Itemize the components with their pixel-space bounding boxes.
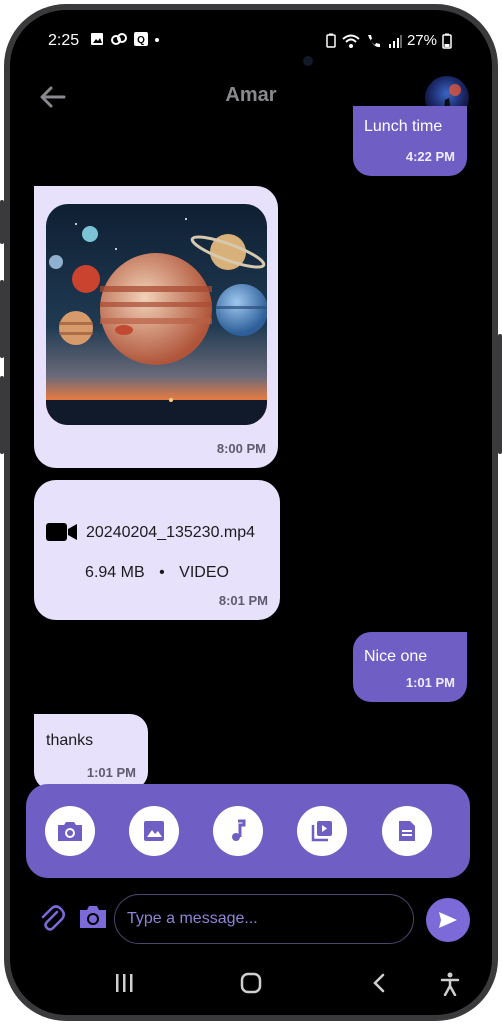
- message-text: thanks: [46, 732, 94, 749]
- more-notifications-icon: [155, 38, 159, 42]
- front-camera: [303, 56, 313, 66]
- file-meta: 6.94 MB • VIDEO: [34, 564, 280, 582]
- message-input[interactable]: [114, 894, 414, 944]
- recent-apps-icon[interactable]: [114, 972, 134, 994]
- video-library-icon: [311, 821, 332, 842]
- accessibility-icon[interactable]: [440, 972, 460, 996]
- music-icon: [232, 819, 246, 841]
- file-type: VIDEO: [179, 564, 229, 581]
- file-name: 20240204_135230.mp4: [86, 524, 256, 541]
- audio-attach-button[interactable]: [213, 806, 263, 856]
- message-time: 4:22 PM: [405, 149, 455, 164]
- incoming-message[interactable]: thanks 1:01 PM: [34, 714, 148, 790]
- wifi-icon: [342, 34, 360, 48]
- side-button: [0, 280, 4, 358]
- signal-icon: [388, 34, 402, 48]
- svg-text:Q: Q: [137, 35, 145, 46]
- image-attach-button[interactable]: [129, 806, 179, 856]
- side-button: [498, 334, 502, 454]
- message-time: 8:00 PM: [216, 441, 266, 456]
- app-notification-icon: Q: [134, 32, 148, 46]
- battery-saver-icon: [326, 33, 336, 48]
- gallery-notification-icon: [91, 33, 103, 45]
- shared-image[interactable]: [46, 204, 267, 425]
- video-camera-icon: [46, 523, 77, 541]
- battery-icon: [442, 33, 452, 49]
- attachment-tray: [26, 784, 470, 878]
- back-icon[interactable]: [372, 972, 386, 994]
- incoming-image-message[interactable]: 8:00 PM: [34, 186, 278, 468]
- outgoing-message[interactable]: Lunch time 4:22 PM: [353, 106, 467, 176]
- phone-frame: 2:25 Q 27% Amar Lunch time 4:22 PM 8:00 …: [0, 4, 502, 1021]
- battery-percent: 27%: [406, 32, 437, 49]
- message-time: 1:01 PM: [86, 765, 136, 780]
- status-time: 2:25: [48, 32, 80, 49]
- paperclip-icon[interactable]: [38, 904, 66, 932]
- message-time: 1:01 PM: [405, 675, 455, 690]
- message-time: 8:01 PM: [218, 593, 268, 608]
- video-attach-button[interactable]: [297, 806, 347, 856]
- screen: 2:25 Q 27% Amar Lunch time 4:22 PM 8:00 …: [10, 10, 492, 1015]
- outgoing-message[interactable]: Nice one 1:01 PM: [353, 632, 467, 702]
- meta-separator: •: [159, 564, 165, 581]
- side-button: [0, 376, 4, 454]
- send-icon: [439, 912, 457, 928]
- system-nav-bar: [10, 964, 492, 1004]
- camera-icon: [58, 822, 82, 841]
- status-bar: 2:25 Q 27%: [10, 28, 492, 56]
- send-button[interactable]: [426, 898, 470, 942]
- home-icon[interactable]: [240, 972, 262, 994]
- camera-attach-button[interactable]: [45, 806, 95, 856]
- incoming-file-message[interactable]: 20240204_135230.mp4 6.94 MB • VIDEO 8:01…: [34, 480, 280, 620]
- side-button: [0, 200, 4, 244]
- message-text: Lunch time: [364, 118, 443, 135]
- image-icon: [144, 821, 164, 841]
- system-icons: 27%: [325, 32, 452, 49]
- camera-icon[interactable]: [78, 904, 108, 930]
- file-size: 6.94 MB: [85, 564, 145, 581]
- notification-icons: Q: [90, 32, 160, 46]
- message-text: Nice one: [364, 648, 428, 665]
- document-icon: [399, 821, 415, 841]
- volte-call-icon: [367, 34, 380, 47]
- message-composer: [10, 890, 492, 946]
- document-attach-button[interactable]: [382, 806, 432, 856]
- link-notification-icon: [111, 33, 127, 45]
- contact-name[interactable]: Amar: [10, 84, 492, 107]
